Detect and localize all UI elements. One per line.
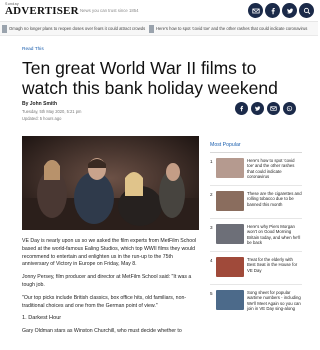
ticker-thumbnail: [2, 25, 7, 33]
article-thumbnail[interactable]: [216, 257, 244, 277]
article-paragraph: VE Day is nearly upon us so we asked the…: [22, 238, 197, 268]
most-popular-item[interactable]: 2 These are the cigarettes and rolling t…: [210, 186, 302, 219]
whatsapp-icon[interactable]: [283, 102, 296, 115]
article-subheading: 1. Darkest Hour: [22, 315, 62, 322]
twitter-icon[interactable]: [282, 3, 297, 18]
article-body: VE Day is nearly upon us so we asked the…: [22, 238, 199, 341]
mail-icon[interactable]: [267, 102, 280, 115]
share-buttons: [235, 102, 296, 115]
hero-image: [22, 136, 199, 230]
facebook-icon[interactable]: [265, 3, 280, 18]
facebook-icon[interactable]: [235, 102, 248, 115]
article-paragraph: Jonny Persey, film producer and director…: [22, 274, 192, 288]
most-popular-link[interactable]: Song sheet for popular wartime numbers -…: [247, 290, 302, 311]
header-icons: [248, 3, 314, 18]
article-paragraph: "Our top picks include British classics,…: [22, 294, 187, 309]
updated-date: Updated: 5 hours ago: [22, 116, 62, 121]
most-popular-link[interactable]: Here's how to spot 'covid toe' and the o…: [247, 158, 302, 179]
most-popular-item[interactable]: 5 Song sheet for popular wartime numbers…: [210, 285, 302, 325]
byline: By John Smith Tuesday, 5th May 2020, 5:2…: [22, 101, 81, 121]
search-icon[interactable]: [299, 3, 314, 18]
article-thumbnail[interactable]: [216, 290, 244, 310]
twitter-icon[interactable]: [251, 102, 264, 115]
most-popular-link[interactable]: These are the cigarettes and rolling tob…: [247, 191, 302, 207]
tagline: News you can trust since 1854: [80, 8, 139, 13]
most-popular-list: 1 Here's how to spot 'covid toe' and the…: [210, 153, 302, 325]
article-thumbnail[interactable]: [216, 224, 244, 244]
most-popular-title: Most Popular: [210, 142, 302, 153]
section-kicker[interactable]: Read This: [22, 47, 44, 52]
author-name[interactable]: By John Smith: [22, 101, 81, 107]
most-popular-sidebar: Most Popular 1 Here's how to spot 'covid…: [210, 142, 302, 325]
article-thumbnail[interactable]: [216, 191, 244, 211]
news-ticker: Omagh no longer plans to reopen doses ov…: [0, 22, 318, 36]
site-logo[interactable]: ADVERTISER: [5, 5, 79, 17]
most-popular-item[interactable]: 4 Treat for the elderly with Best Seat i…: [210, 252, 302, 285]
publish-date: Tuesday, 5th May 2020, 5:21 pm: [22, 109, 82, 114]
most-popular-item[interactable]: 3 Here's why Piers Morgan won't on Good …: [210, 219, 302, 252]
most-popular-link[interactable]: Here's why Piers Morgan won't on Good Mo…: [247, 224, 302, 245]
mail-icon[interactable]: [248, 3, 263, 18]
article-thumbnail[interactable]: [216, 158, 244, 178]
ticker-item[interactable]: Omagh no longer plans to reopen doses ov…: [9, 26, 145, 31]
most-popular-item[interactable]: 1 Here's how to spot 'covid toe' and the…: [210, 153, 302, 186]
article-headline: Ten great World War II films to watch th…: [22, 58, 278, 98]
ticker-item[interactable]: Here's how to spot 'covid toe' and the o…: [156, 26, 307, 31]
article-paragraph: Gary Oldman stars as Winston Churchill, …: [22, 328, 182, 335]
ticker-thumbnail: [149, 25, 154, 33]
most-popular-link[interactable]: Treat for the elderly with Best Seat in …: [247, 257, 302, 273]
top-bar: Sunday ADVERTISER News you can trust sin…: [0, 0, 318, 22]
